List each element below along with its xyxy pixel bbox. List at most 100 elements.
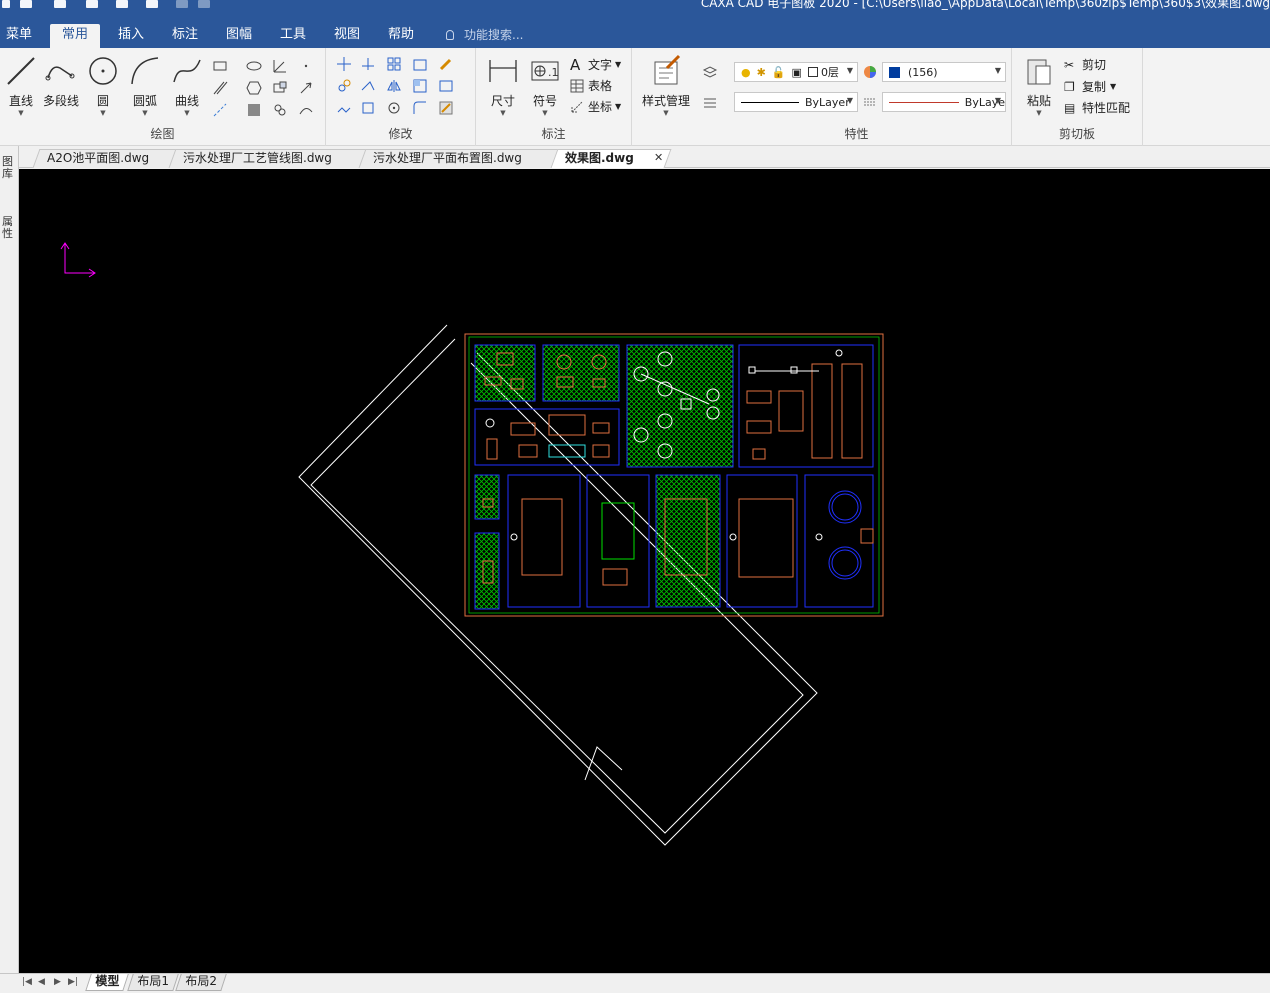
fillet-icon[interactable]: [412, 100, 428, 116]
layout-tab-model[interactable]: 模型: [85, 974, 129, 991]
cut-button[interactable]: ✂ 剪切: [1064, 56, 1106, 73]
polygon-icon[interactable]: [246, 80, 262, 96]
hatch-icon[interactable]: [246, 102, 262, 118]
explode-icon[interactable]: [360, 100, 376, 116]
document-tabs: A2O池平面图.dwg 污水处理厂工艺管线图.dwg 污水处理厂平面布置图.dw…: [0, 146, 1270, 168]
linetype-select[interactable]: ByLayer ▼: [734, 92, 858, 112]
prev-layout-icon[interactable]: ◀: [38, 977, 45, 987]
move-icon[interactable]: [336, 56, 352, 72]
paste-icon: [1027, 59, 1051, 85]
undo-icon[interactable]: [176, 0, 188, 8]
tab-common[interactable]: 常用: [50, 24, 101, 48]
circle-button[interactable]: 圆 ▼: [82, 54, 124, 117]
curve-button[interactable]: 曲线 ▼: [166, 54, 208, 117]
feature-search[interactable]: 功能搜索...: [446, 24, 523, 46]
layout-tab-2[interactable]: 布局2: [175, 974, 227, 991]
redo-icon[interactable]: [198, 0, 210, 8]
ellipse-icon[interactable]: [246, 58, 262, 74]
properties-edit-icon[interactable]: [438, 100, 454, 116]
rotate-icon[interactable]: [386, 100, 402, 116]
style-manager-button[interactable]: 样式管理 ▼: [638, 54, 694, 117]
first-layout-icon[interactable]: |◀: [22, 977, 32, 987]
tab-tools[interactable]: 工具: [278, 24, 308, 48]
tab-menu[interactable]: 菜单: [4, 24, 34, 48]
angle-line-icon[interactable]: [272, 58, 288, 74]
offset-icon[interactable]: [438, 78, 454, 94]
properties-group: 样式管理 ▼ ● ✱ 🔓 ▣ 0层 ▼ (156) ▼ ByLayer ▼ ByL…: [632, 48, 1012, 146]
layer-states-icon[interactable]: [702, 64, 718, 80]
new-file-icon[interactable]: [20, 0, 32, 8]
polyline-button[interactable]: 多段线: [38, 54, 84, 109]
search-label: 功能搜索...: [464, 28, 524, 42]
copy-label: 复制: [1082, 80, 1107, 94]
layout-tab-1[interactable]: 布局1: [127, 974, 179, 991]
dimension-button[interactable]: 尺寸 ▼: [482, 54, 524, 117]
mirror-icon[interactable]: [386, 78, 402, 94]
copy-icon[interactable]: [336, 78, 352, 94]
arrow-icon[interactable]: [298, 80, 314, 96]
layer-select[interactable]: ● ✱ 🔓 ▣ 0层 ▼: [734, 62, 858, 82]
tab-annotate[interactable]: 标注: [170, 24, 200, 48]
spline-icon[interactable]: [298, 102, 314, 118]
scissors-icon: ✂: [1064, 57, 1075, 72]
curve-label: 曲线: [174, 94, 199, 108]
modify-group: 修改: [326, 48, 476, 146]
properties-panel-tab[interactable]: 属性: [2, 216, 15, 240]
block-icon[interactable]: [272, 80, 288, 96]
line-button[interactable]: 直线 ▼: [0, 54, 42, 117]
linetype-value: ByLayer: [805, 95, 850, 109]
point-icon[interactable]: [298, 58, 314, 74]
app-logo-icon[interactable]: [2, 0, 10, 8]
copy-icon: ❐: [1064, 79, 1075, 94]
doc-tab-label: A2O池平面图.dwg: [47, 151, 150, 165]
match-properties-button[interactable]: ▤ 特性匹配: [1064, 99, 1130, 116]
drawing-canvas[interactable]: [19, 169, 1270, 973]
color-select[interactable]: (156) ▼: [882, 62, 1006, 82]
rectangle-icon[interactable]: [212, 58, 228, 74]
chevron-down-icon: ▼: [994, 66, 1001, 75]
save-icon[interactable]: [86, 0, 98, 8]
next-layout-icon[interactable]: ▶: [54, 977, 61, 987]
save-as-icon[interactable]: [116, 0, 128, 8]
library-panel-tab[interactable]: 图库: [2, 156, 15, 180]
scale-icon[interactable]: [412, 78, 428, 94]
doc-tab-a2o[interactable]: A2O池平面图.dwg: [32, 149, 178, 168]
cloud-icon[interactable]: [272, 102, 288, 118]
tab-help[interactable]: 帮助: [386, 24, 416, 48]
doc-tab-layout-plan[interactable]: 污水处理厂平面布置图.dwg: [358, 149, 560, 168]
trim-icon[interactable]: [360, 56, 376, 72]
tab-view[interactable]: 视图: [332, 24, 362, 48]
tab-sheet[interactable]: 图幅: [224, 24, 254, 48]
print-icon[interactable]: [146, 0, 158, 8]
cut-label: 剪切: [1082, 58, 1107, 72]
break-icon[interactable]: [336, 100, 352, 116]
line-label: 直线: [8, 94, 33, 108]
parallel-line-icon[interactable]: [212, 80, 228, 96]
layout-tab-label: 布局2: [185, 974, 217, 988]
dimension-icon: [489, 60, 517, 82]
last-layout-icon[interactable]: ▶|: [68, 977, 78, 987]
stretch-icon[interactable]: [412, 56, 428, 72]
doc-tab-pipeline[interactable]: 污水处理厂工艺管线图.dwg: [168, 149, 368, 168]
coordinate-button[interactable]: 坐标 ▼: [570, 98, 621, 115]
open-file-icon[interactable]: [54, 0, 66, 8]
extend-icon[interactable]: [360, 78, 376, 94]
text-button[interactable]: A 文字 ▼: [570, 56, 621, 73]
close-tab-icon[interactable]: ✕: [654, 151, 663, 164]
copy-button[interactable]: ❐ 复制 ▼: [1064, 78, 1116, 95]
edit-pencil-icon[interactable]: [438, 56, 454, 72]
lineweight-icon[interactable]: [702, 94, 718, 110]
centerline-icon[interactable]: [212, 102, 228, 118]
table-button[interactable]: 表格: [570, 77, 612, 94]
sun-icon: ✱: [756, 65, 766, 79]
dimension-label: 尺寸: [490, 94, 515, 108]
symbol-button[interactable]: .1 符号 ▼: [524, 54, 566, 117]
array-icon[interactable]: [386, 56, 402, 72]
lineweight-select[interactable]: ByLaye ▼: [882, 92, 1006, 112]
text-label: 文字: [588, 58, 613, 72]
linetype-icon[interactable]: [862, 94, 878, 110]
arc-button[interactable]: 圆弧 ▼: [124, 54, 166, 117]
tab-insert[interactable]: 插入: [116, 24, 146, 48]
color-wheel-icon[interactable]: [862, 64, 878, 80]
paste-button[interactable]: 粘贴 ▼: [1018, 54, 1060, 117]
